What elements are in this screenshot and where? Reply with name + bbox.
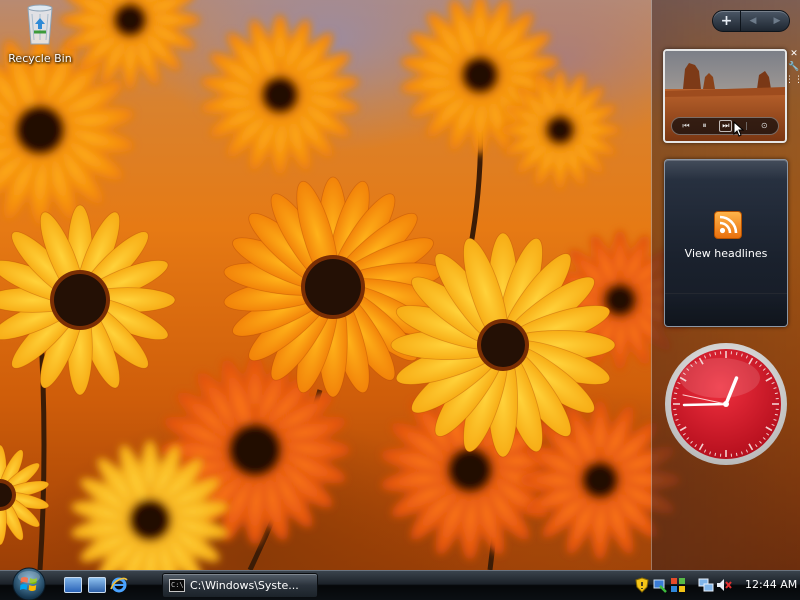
gadget-toolbar: ✕ 🔧 ⋮⋮ [785, 49, 800, 85]
next-slide-icon[interactable]: ⏭ [719, 120, 733, 132]
sidebar-controls: + ◀ ▶ [712, 10, 790, 32]
add-gadget-button[interactable]: + [713, 11, 741, 31]
clock-tick [714, 452, 717, 456]
start-button[interactable] [9, 566, 49, 600]
clock-gadget[interactable] [664, 342, 788, 466]
taskbar-button-command-prompt[interactable]: C:\ C:\Windows\Syste... [162, 573, 318, 598]
clock-tick [674, 413, 678, 416]
network-icon[interactable] [652, 577, 668, 593]
recycle-bin-icon [23, 2, 57, 45]
view-headlines-link[interactable]: View headlines [665, 247, 787, 260]
windows-sidebar: + ◀ ▶ ✕ 🔧 ⋮⋮ ⏮ ⏸ ⏭ | ⊙ View headlines [651, 0, 800, 570]
flower [200, 14, 360, 176]
previous-page-button[interactable]: ◀ [741, 11, 765, 31]
flower [499, 69, 621, 191]
slideshow-controls: ⏮ ⏸ ⏭ | ⊙ [671, 117, 779, 135]
flower [0, 204, 176, 396]
windows-start-orb-icon [12, 567, 46, 600]
pause-icon[interactable]: ⏸ [702, 121, 706, 131]
show-desktop-icon[interactable] [64, 577, 82, 593]
taskbar-clock[interactable]: 12:44 AM [745, 578, 797, 591]
feed-headlines-gadget[interactable]: View headlines [664, 159, 788, 327]
recycle-bin-label: Recycle Bin [8, 52, 72, 65]
clock-tick [774, 392, 778, 395]
clock-tick [674, 392, 678, 395]
internet-explorer-icon[interactable] [110, 576, 128, 594]
windows-update-icon[interactable] [670, 577, 686, 593]
clock-tick [774, 413, 778, 416]
clock-tick [735, 452, 738, 456]
taskbar: C:\ C:\Windows\Syste... 12:44 AM [0, 570, 800, 600]
rss-icon [714, 211, 742, 239]
clock-face [665, 343, 787, 465]
options-wrench-icon[interactable]: 🔧 [788, 62, 799, 72]
task-label: C:\Windows\Syste... [190, 579, 299, 592]
view-icon[interactable]: ⊙ [761, 121, 768, 131]
divider: | [745, 121, 748, 130]
close-gadget-icon[interactable]: ✕ [790, 49, 798, 59]
volume-muted-icon[interactable] [716, 577, 732, 593]
clock-tick [714, 352, 717, 356]
network-connection-icon[interactable] [698, 577, 714, 593]
security-shield-icon[interactable] [634, 577, 650, 593]
previous-slide-icon[interactable]: ⏮ [682, 121, 689, 131]
flower-stem [37, 319, 47, 570]
drag-handle-icon[interactable]: ⋮⋮ [785, 75, 800, 85]
recycle-bin[interactable]: Recycle Bin [4, 2, 76, 72]
command-prompt-icon: C:\ [169, 579, 185, 592]
clock-tick [735, 352, 738, 356]
minute-hand [682, 402, 728, 407]
mouse-cursor-icon [733, 121, 745, 137]
slideshow-gadget[interactable]: ⏮ ⏸ ⏭ | ⊙ [663, 49, 787, 143]
switch-windows-icon[interactable] [88, 577, 106, 593]
next-page-button[interactable]: ▶ [765, 11, 789, 31]
